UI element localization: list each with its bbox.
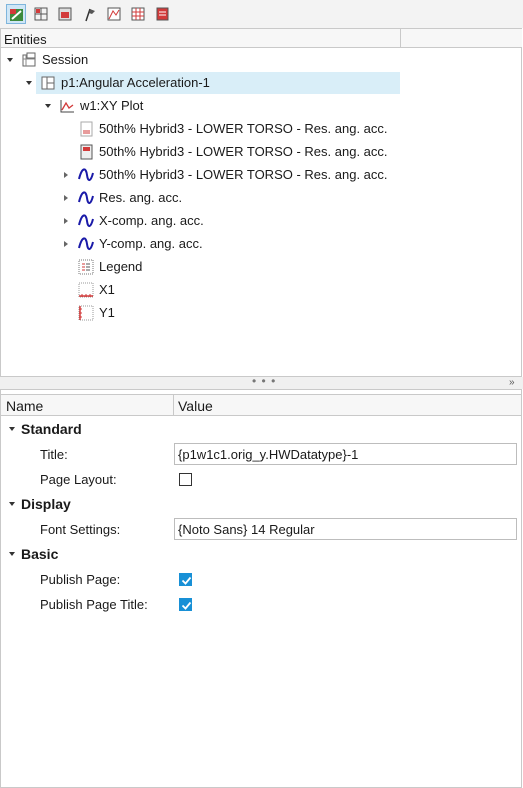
group-display[interactable]: Display [1, 493, 521, 515]
flag-icon [85, 8, 95, 22]
report-icon [156, 7, 169, 21]
grid-panel-button[interactable] [128, 4, 148, 24]
property-label: Title: [40, 447, 68, 462]
property-page-layout: Page Layout: [1, 467, 521, 492]
property-label: Publish Page: [40, 572, 121, 587]
tree-item-label: 50th% Hybrid3 - LOWER TORSO - Res. ang. … [99, 121, 388, 136]
tree-item-x-axis[interactable]: X1 [0, 279, 400, 301]
expand-arrow-icon[interactable] [7, 58, 13, 62]
property-label: Font Settings: [40, 522, 121, 537]
legend-icon [78, 259, 94, 275]
x-axis-icon [78, 282, 94, 298]
tree-item-label: 50th% Hybrid3 - LOWER TORSO - Res. ang. … [99, 144, 388, 159]
checkmark-icon [181, 601, 192, 610]
column-divider[interactable] [400, 29, 401, 48]
tree-item-label: Session [42, 52, 89, 67]
entities-tree-button[interactable] [6, 4, 26, 24]
publish-page-checkbox[interactable] [179, 573, 192, 586]
entities-header-label: Entities [4, 32, 47, 47]
session-icon [22, 52, 36, 67]
property-label: Publish Page Title: [40, 597, 148, 612]
tree-item-page[interactable]: p1:Angular Acceleration-1 [0, 72, 400, 94]
tree-item-curve[interactable]: Res. ang. acc. [0, 187, 400, 209]
page-layout-button[interactable] [31, 4, 51, 24]
entities-tree-icon [10, 9, 23, 21]
datum-icon [80, 144, 93, 160]
group-label: Basic [21, 546, 59, 562]
tree-item-label: p1:Angular Acceleration-1 [61, 75, 210, 90]
window-button[interactable] [55, 4, 75, 24]
font-settings-value: {Noto Sans} 14 Regular [178, 522, 315, 537]
collapsed-arrow-icon[interactable] [64, 218, 68, 224]
page-layout-checkbox[interactable] [179, 473, 192, 486]
toolbar [0, 0, 523, 28]
window-icon [58, 7, 72, 21]
page-layout-icon [34, 7, 48, 21]
properties-panel: Name Value Standard Title: {p1w1c1.orig_… [0, 389, 522, 788]
entities-header: Entities [1, 28, 522, 48]
expand-arrow-icon[interactable] [9, 552, 15, 556]
tree-item-label: Res. ang. acc. [99, 190, 183, 205]
curve-icon [78, 191, 94, 204]
publish-page-title-checkbox[interactable] [179, 598, 192, 611]
group-label: Standard [21, 421, 82, 437]
tree-item-label: X1 [99, 282, 115, 297]
page-icon [41, 76, 55, 90]
tree-item-label: Legend [99, 259, 143, 274]
font-settings-field[interactable]: {Noto Sans} 14 Regular [174, 518, 517, 540]
property-publish-page-title: Publish Page Title: [1, 592, 521, 617]
tree-item-datum[interactable]: 50th% Hybrid3 - LOWER TORSO - Res. ang. … [0, 141, 400, 163]
collapsed-arrow-icon[interactable] [64, 195, 68, 201]
group-standard[interactable]: Standard [1, 418, 521, 440]
tree-item-session[interactable]: Session [0, 49, 400, 71]
property-title: Title: {p1w1c1.orig_y.HWDatatype}-1 [1, 442, 521, 467]
curve-icon [78, 214, 94, 227]
collapsed-arrow-icon[interactable] [64, 241, 68, 247]
expand-arrow-icon[interactable] [9, 502, 15, 506]
properties-header: Name Value [1, 394, 521, 416]
xy-plot-icon [60, 100, 74, 113]
curve-icon [78, 168, 94, 181]
group-basic[interactable]: Basic [1, 543, 521, 565]
tree-item-window[interactable]: w1:XY Plot [0, 95, 400, 117]
title-field-value: {p1w1c1.orig_y.HWDatatype}-1 [178, 447, 359, 462]
report-button[interactable] [152, 4, 172, 24]
expand-arrow-icon[interactable] [45, 104, 51, 108]
value-column-header[interactable]: Value [178, 398, 213, 414]
tree-item-label: Y-comp. ang. acc. [99, 236, 203, 251]
expand-arrow-icon[interactable] [26, 81, 32, 85]
tree-item-legend[interactable]: Legend [0, 256, 400, 278]
property-publish-page: Publish Page: [1, 567, 521, 592]
expand-arrow-icon[interactable] [9, 427, 15, 431]
property-label: Page Layout: [40, 472, 117, 487]
y-axis-icon [78, 305, 94, 321]
column-divider[interactable] [173, 395, 174, 415]
title-field[interactable]: {p1w1c1.orig_y.HWDatatype}-1 [174, 443, 517, 465]
name-column-header[interactable]: Name [6, 398, 43, 414]
plot-axis-button[interactable] [104, 4, 124, 24]
tree-item-label: w1:XY Plot [80, 98, 144, 113]
tree-item-curve[interactable]: X-comp. ang. acc. [0, 210, 400, 232]
note-icon [80, 121, 93, 137]
property-font-settings: Font Settings: {Noto Sans} 14 Regular [1, 517, 521, 542]
group-label: Display [21, 496, 71, 512]
panel-splitter[interactable]: • • • » [0, 374, 523, 389]
curve-icon [78, 237, 94, 250]
plot-axis-icon [107, 7, 121, 21]
tree-item-label: Y1 [99, 305, 115, 320]
collapse-chevron-icon[interactable]: » [509, 377, 515, 388]
splitter-grip[interactable]: • • • [252, 374, 276, 388]
grid-panel-icon [131, 7, 145, 21]
collapsed-arrow-icon[interactable] [64, 172, 68, 178]
checkmark-icon [181, 576, 192, 585]
tree-item-label: 50th% Hybrid3 - LOWER TORSO - Res. ang. … [99, 167, 388, 182]
tree-item-note[interactable]: 50th% Hybrid3 - LOWER TORSO - Res. ang. … [0, 118, 400, 140]
tree-item-curve[interactable]: Y-comp. ang. acc. [0, 233, 400, 255]
flag-button[interactable] [80, 4, 100, 24]
tree-item-label: X-comp. ang. acc. [99, 213, 204, 228]
tree-item-curve[interactable]: 50th% Hybrid3 - LOWER TORSO - Res. ang. … [0, 164, 400, 186]
tree-item-y-axis[interactable]: Y1 [0, 302, 400, 324]
